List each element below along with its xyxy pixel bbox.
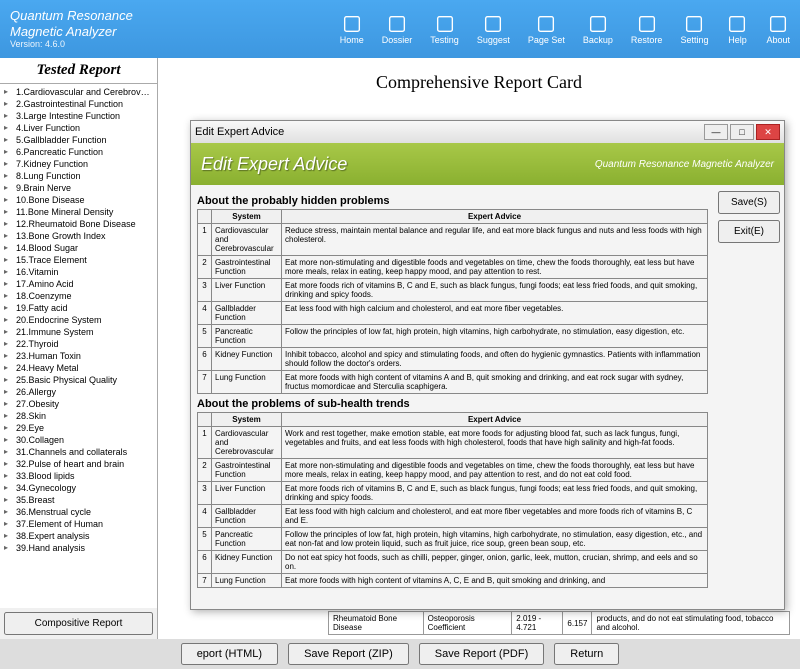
tree-item[interactable]: 29.Eye [2,422,155,434]
tree-item[interactable]: 14.Blood Sugar [2,242,155,254]
close-icon[interactable]: ✕ [756,124,780,140]
tree-item[interactable]: 30.Collagen [2,434,155,446]
tree-item[interactable]: 4.Liver Function [2,122,155,134]
table-row[interactable]: 1Cardiovascular and CerebrovascularWork … [198,427,708,459]
bottom-bar: eport (HTML) Save Report (ZIP) Save Repo… [0,639,800,669]
version-label: Version: 4.6.0 [10,39,133,50]
table-row[interactable]: 3Liver FunctionEat more foods rich of vi… [198,279,708,302]
tree-item[interactable]: 33.Blood lipids [2,470,155,482]
tree-item[interactable]: 13.Bone Growth Index [2,230,155,242]
table-row[interactable]: 4Gallbladder FunctionEat less food with … [198,302,708,325]
save-button[interactable]: Save(S) [718,191,780,214]
nav-suggest[interactable]: Suggest [477,13,510,45]
tree-item[interactable]: 25.Basic Physical Quality [2,374,155,386]
tree-item[interactable]: 35.Breast [2,494,155,506]
top-toolbar: Quantum Resonance Magnetic Analyzer Vers… [0,0,800,58]
tree-item[interactable]: 6.Pancreatic Function [2,146,155,158]
tree-item[interactable]: 16.Vitamin [2,266,155,278]
banner-title: Edit Expert Advice [201,154,347,175]
save-html-button[interactable]: eport (HTML) [181,643,278,665]
minimize-icon[interactable]: — [704,124,728,140]
nav-setting[interactable]: Setting [680,13,708,45]
table-row[interactable]: 7Lung FunctionEat more foods with high c… [198,371,708,394]
maximize-icon[interactable]: □ [730,124,754,140]
tree-item[interactable]: 5.Gallbladder Function [2,134,155,146]
nav-home[interactable]: Home [340,13,364,45]
tree-item[interactable]: 23.Human Toxin [2,350,155,362]
return-button[interactable]: Return [554,643,619,665]
tree-item[interactable]: 36.Menstrual cycle [2,506,155,518]
tree-item[interactable]: 7.Kidney Function [2,158,155,170]
nav-restore[interactable]: Restore [631,13,663,45]
tree-item[interactable]: 19.Fatty acid [2,302,155,314]
tree-item[interactable]: 28.Skin [2,410,155,422]
app-brand: Quantum Resonance Magnetic Analyzer Vers… [10,8,133,50]
tree-item[interactable]: 21.Immune System [2,326,155,338]
tree-item[interactable]: 26.Allergy [2,386,155,398]
table-row[interactable]: 2Gastrointestinal FunctionEat more non-s… [198,459,708,482]
exit-button[interactable]: Exit(E) [718,220,780,243]
tree-item[interactable]: 37.Element of Human [2,518,155,530]
table-row[interactable]: 7Lung FunctionEat more foods with high c… [198,574,708,588]
tree-item[interactable]: 10.Bone Disease [2,194,155,206]
save-zip-button[interactable]: Save Report (ZIP) [288,643,409,665]
edit-expert-advice-dialog: Edit Expert Advice — □ ✕ Edit Expert Adv… [190,120,785,610]
nav-testing[interactable]: Testing [430,13,459,45]
report-card-title: Comprehensive Report Card [164,64,794,101]
table-row[interactable]: 5Pancreatic FunctionFollow the principle… [198,325,708,348]
section2-heading: About the problems of sub-health trends [197,398,708,410]
dialog-title: Edit Expert Advice [195,126,284,138]
tree-item[interactable]: 27.Obesity [2,398,155,410]
table-row[interactable]: 4Gallbladder FunctionEat less food with … [198,505,708,528]
tree-item[interactable]: 24.Heavy Metal [2,362,155,374]
table-row[interactable]: 3Liver FunctionEat more foods rich of vi… [198,482,708,505]
table-row[interactable]: 1Cardiovascular and CerebrovascularReduc… [198,224,708,256]
table-row[interactable]: 2Gastrointestinal FunctionEat more non-s… [198,256,708,279]
tree-item[interactable]: 9.Brain Nerve [2,182,155,194]
table-row[interactable]: 6Kidney FunctionDo not eat spicy hot foo… [198,551,708,574]
tree-item[interactable]: 2.Gastrointestinal Function [2,98,155,110]
tree-item[interactable]: 32.Pulse of heart and brain [2,458,155,470]
tree-item[interactable]: 18.Coenzyme [2,290,155,302]
dialog-side-buttons: Save(S) Exit(E) [714,185,784,609]
tree-item[interactable]: 11.Bone Mineral Density [2,206,155,218]
table-row[interactable]: 6Kidney FunctionInhibit tobacco, alcohol… [198,348,708,371]
tree-item[interactable]: 3.Large Intestine Function [2,110,155,122]
dialog-banner: Edit Expert Advice Quantum Resonance Mag… [191,143,784,185]
table-row[interactable]: 5Pancreatic FunctionFollow the principle… [198,528,708,551]
advice-scroll-area[interactable]: About the probably hidden problems Syste… [191,185,714,609]
tree-item[interactable]: 34.Gynecology [2,482,155,494]
tree-item[interactable]: 15.Trace Element [2,254,155,266]
nav-page set[interactable]: Page Set [528,13,565,45]
tree-item[interactable]: 31.Channels and collaterals [2,446,155,458]
background-table: Rheumatoid Bone Disease Osteoporosis Coe… [328,611,790,635]
nav-help[interactable]: Help [726,13,748,45]
tree-item[interactable]: 1.Cardiovascular and Cerebrovasc [2,86,155,98]
report-tree[interactable]: 1.Cardiovascular and Cerebrovasc2.Gastro… [0,84,157,608]
brand-line2: Magnetic Analyzer [10,24,133,40]
save-pdf-button[interactable]: Save Report (PDF) [419,643,545,665]
tree-item[interactable]: 20.Endocrine System [2,314,155,326]
nav-menu: Home Dossier Testing Suggest Page Set Backup R… [340,13,790,45]
tree-item[interactable]: 17.Amino Acid [2,278,155,290]
sidebar: Tested Report 1.Cardiovascular and Cereb… [0,58,158,639]
sidebar-title: Tested Report [0,58,157,84]
nav-about[interactable]: About [766,13,790,45]
section1-heading: About the probably hidden problems [197,195,708,207]
dialog-titlebar[interactable]: Edit Expert Advice — □ ✕ [191,121,784,143]
tree-item[interactable]: 38.Expert analysis [2,530,155,542]
brand-line1: Quantum Resonance [10,8,133,24]
compositive-report-button[interactable]: Compositive Report [4,612,153,635]
tree-item[interactable]: 8.Lung Function [2,170,155,182]
subhealth-table: SystemExpert Advice1Cardiovascular and C… [197,412,708,588]
hidden-problems-table: SystemExpert Advice1Cardiovascular and C… [197,209,708,394]
tree-item[interactable]: 22.Thyroid [2,338,155,350]
tree-item[interactable]: 39.Hand analysis [2,542,155,554]
nav-dossier[interactable]: Dossier [382,13,413,45]
banner-subtitle: Quantum Resonance Magnetic Analyzer [595,159,774,170]
nav-backup[interactable]: Backup [583,13,613,45]
tree-item[interactable]: 12.Rheumatoid Bone Disease [2,218,155,230]
